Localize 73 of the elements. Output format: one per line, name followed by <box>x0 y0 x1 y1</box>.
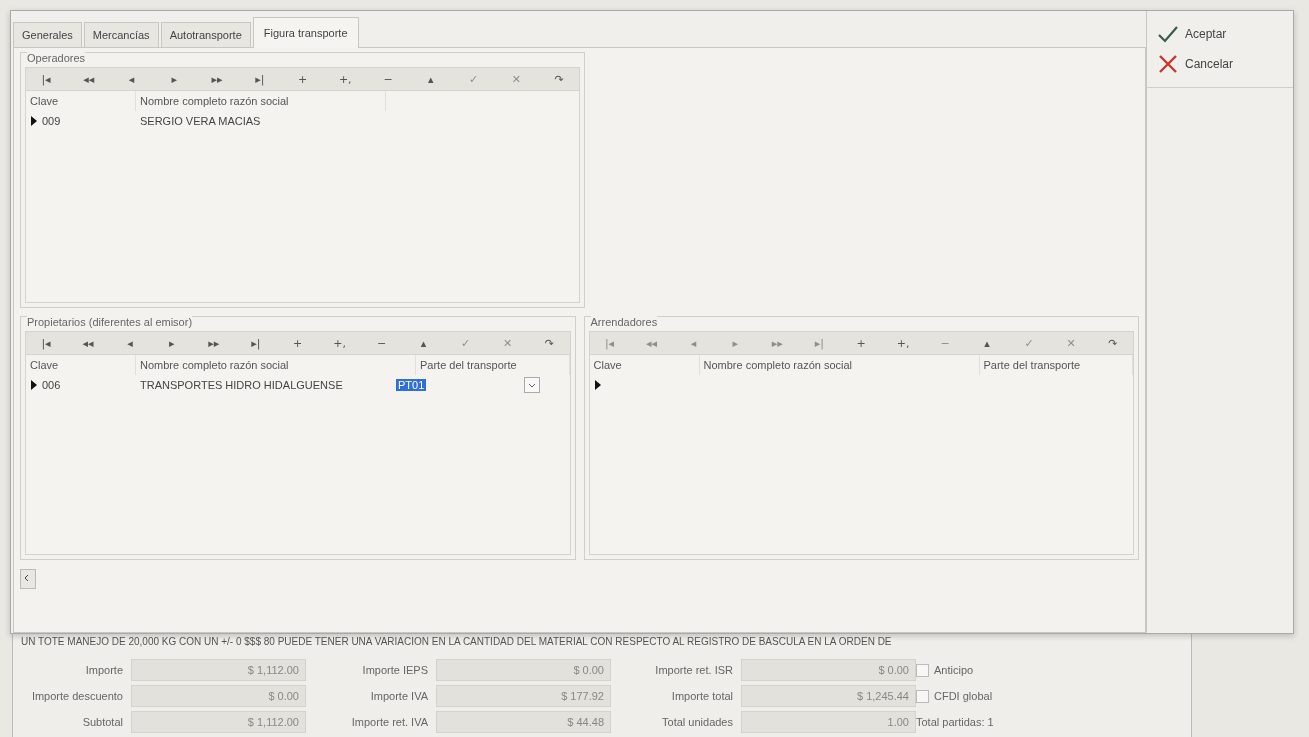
column-header: Clave <box>26 91 136 111</box>
field-label: Importe total <box>670 690 734 702</box>
field-label: Total unidades <box>661 716 734 728</box>
checkbox[interactable]: CFDI global <box>916 689 993 703</box>
navigator-button[interactable]: ◂◂ <box>75 336 100 350</box>
total-count-text: Total partidas: 1 <box>916 716 994 728</box>
navigator-button[interactable]: ▴ <box>411 336 436 350</box>
navigator-button[interactable]: ◂ <box>117 336 142 350</box>
navigator-button[interactable]: + <box>290 72 315 86</box>
amount-field: 1.00 <box>741 711 916 733</box>
amount-field: $ 1,245.44 <box>741 685 916 707</box>
navigator-button[interactable]: ▸| <box>243 336 268 350</box>
navigator-button[interactable]: ↷ <box>547 72 571 86</box>
field-label: Importe descuento <box>30 690 124 702</box>
table-cell: SERGIO VERA MACIAS <box>140 115 261 127</box>
navigator-button[interactable]: ◂◂ <box>76 72 101 86</box>
field-label: Importe IEPS <box>361 664 429 676</box>
column-header: Parte del transporte <box>416 355 570 375</box>
notes-text: UN TOTE MANEJO DE 20,000 KG CON UN +/- 0 $$$ 80 PUEDE TENER UNA VARIACION EN LA CANTIDAD DEL MATERIAL CON RESPECTO AL REGISTRO DE BASCULA EN LA ORDEN DE <box>21 636 893 647</box>
dropdown-button[interactable] <box>523 377 540 393</box>
amount-field: $ 0.00 <box>436 659 611 681</box>
navigator-button[interactable]: ▸▸ <box>201 336 226 350</box>
amount-field: $ 1,112.00 <box>131 659 306 681</box>
amount-field: $ 0.00 <box>131 685 306 707</box>
tab[interactable]: Mercancías <box>83 22 159 47</box>
field-label: Importe <box>84 664 124 676</box>
check-icon <box>1157 25 1179 43</box>
cancel-button[interactable]: Cancelar <box>1155 53 1285 75</box>
column-header: Clave <box>26 355 136 375</box>
navigator-button[interactable]: + <box>849 336 874 350</box>
navigator-button[interactable]: +, <box>333 72 358 86</box>
table-cell: 006 <box>42 379 61 391</box>
group-title: Operadores <box>27 52 86 64</box>
field-label: Importe ret. IVA <box>350 716 429 728</box>
navigator-button[interactable]: |◂ <box>34 72 58 86</box>
column-header: Nombre completo razón social <box>136 91 386 111</box>
group-title: Arrendadores <box>590 316 658 328</box>
navigator-button[interactable]: |◂ <box>34 336 58 350</box>
field-label: Importe ret. ISR <box>654 664 734 676</box>
navigator-button[interactable]: ▸▸ <box>205 72 229 86</box>
column-header: Nombre completo razón social <box>699 355 980 375</box>
close-icon <box>1157 55 1179 73</box>
navigator-button[interactable]: ▴ <box>418 72 443 86</box>
navigator-button[interactable]: +, <box>891 336 916 350</box>
field-label: Subtotal <box>81 716 124 728</box>
navigator-button[interactable]: + <box>285 336 310 350</box>
navigator-button[interactable]: +, <box>327 336 352 350</box>
table-cell: TRANSPORTES HIDRO HIDALGUENSE <box>140 379 343 391</box>
tab[interactable]: Generales <box>13 22 82 47</box>
column-header: Clave <box>589 355 700 375</box>
amount-field: $ 0.00 <box>741 659 916 681</box>
navigator-button[interactable]: ↷ <box>537 336 562 350</box>
group-title: Propietarios (diferentes al emisor) <box>27 316 193 328</box>
navigator-button[interactable]: − <box>369 336 394 350</box>
field-label: Importe IVA <box>369 690 429 702</box>
tab[interactable]: Autotransporte <box>160 22 251 47</box>
amount-field: $ 1,112.00 <box>131 711 306 733</box>
amount-field: $ 44.48 <box>436 711 611 733</box>
checkbox[interactable]: Anticipo <box>916 663 974 677</box>
navigator-button[interactable]: ▸ <box>162 72 187 86</box>
table-cell: 009 <box>42 115 61 127</box>
column-header: Parte del transporte <box>979 355 1133 375</box>
amount-field: $ 177.92 <box>436 685 611 707</box>
tab[interactable]: Figura transporte <box>252 17 359 48</box>
accept-button[interactable]: Aceptar <box>1155 23 1285 45</box>
navigator-button[interactable]: ↷ <box>1100 336 1125 350</box>
column-header: Nombre completo razón social <box>136 355 416 375</box>
navigator-button[interactable]: ▴ <box>975 336 1000 350</box>
navigator-button[interactable]: ▸ <box>159 336 184 350</box>
navigator-button[interactable]: ▸| <box>247 72 272 86</box>
navigator-button[interactable]: ◂ <box>119 72 144 86</box>
navigator-button[interactable]: − <box>376 72 400 86</box>
table-cell: PT01 <box>396 379 427 391</box>
